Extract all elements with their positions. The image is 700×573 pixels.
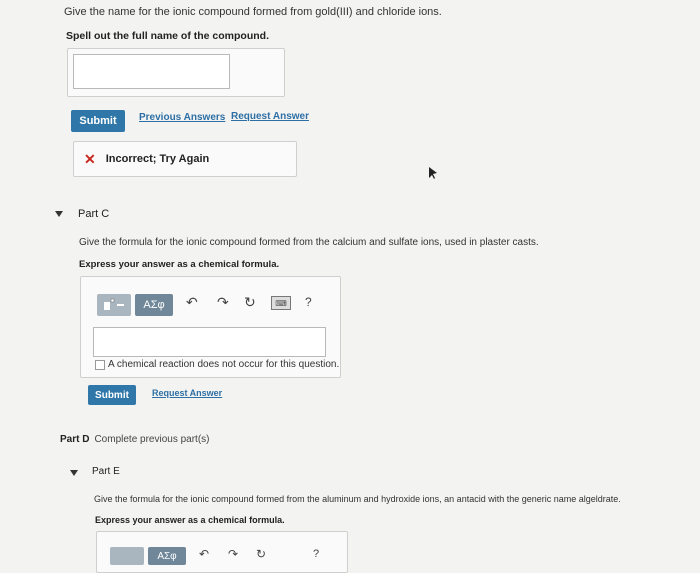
partb-submit-button[interactable]: Submit (71, 110, 125, 132)
mouse-cursor-icon (429, 167, 437, 179)
parte-greek-symbols-button[interactable]: ΑΣφ (148, 547, 186, 565)
partd-label: Part D (60, 434, 90, 445)
partc-request-answer-link[interactable]: Request Answer (152, 388, 222, 398)
no-reaction-checkbox[interactable]: A chemical reaction does not occur for t… (95, 359, 339, 370)
previous-answers-link[interactable]: Previous Answers (139, 112, 225, 123)
parte-undo-icon[interactable]: ↶ (199, 547, 209, 561)
partb-answer-input[interactable] (73, 54, 230, 89)
parte-redo-icon[interactable]: ↷ (228, 547, 238, 561)
partb-question: Give the name for the ionic compound for… (64, 6, 442, 18)
partb-request-answer-link[interactable]: Request Answer (231, 111, 309, 122)
partc-instruction: Express your answer as a chemical formul… (79, 259, 280, 270)
partc-question: Give the formula for the ionic compound … (79, 237, 539, 248)
template-icon (104, 298, 124, 310)
undo-icon[interactable]: ↶ (186, 294, 198, 311)
partc-collapse-triangle-icon[interactable] (55, 211, 63, 217)
template-button[interactable] (97, 294, 131, 316)
error-x-icon: ✕ (84, 150, 96, 167)
feedback-text: Incorrect; Try Again (105, 153, 210, 165)
parte-help-button[interactable]: ? (313, 548, 319, 560)
parte-question: Give the formula for the ionic compound … (94, 494, 621, 504)
parte-collapse-triangle-icon[interactable] (70, 470, 78, 476)
partc-label[interactable]: Part C (78, 208, 109, 220)
partc-answer-input[interactable] (93, 327, 326, 357)
parte-template-button[interactable] (110, 547, 144, 565)
redo-icon[interactable]: ↷ (217, 294, 229, 311)
greek-symbols-button[interactable]: ΑΣφ (135, 294, 173, 316)
reset-icon[interactable]: ↻ (244, 294, 256, 311)
partb-instruction: Spell out the full name of the compound. (66, 30, 269, 42)
checkbox-icon[interactable] (95, 359, 105, 370)
partd-header: Part D Complete previous part(s) (60, 434, 210, 445)
partd-note: Complete previous part(s) (94, 434, 210, 445)
no-reaction-label: A chemical reaction does not occur for t… (108, 359, 340, 370)
parte-label[interactable]: Part E (92, 466, 120, 477)
parte-reset-icon[interactable]: ↻ (256, 547, 266, 561)
parte-instruction: Express your answer as a chemical formul… (95, 515, 285, 525)
incorrect-feedback: ✕ Incorrect; Try Again (73, 141, 297, 177)
help-button[interactable]: ? (305, 295, 312, 309)
keyboard-icon[interactable]: ⌨ (271, 296, 291, 310)
partc-submit-button[interactable]: Submit (88, 385, 136, 405)
